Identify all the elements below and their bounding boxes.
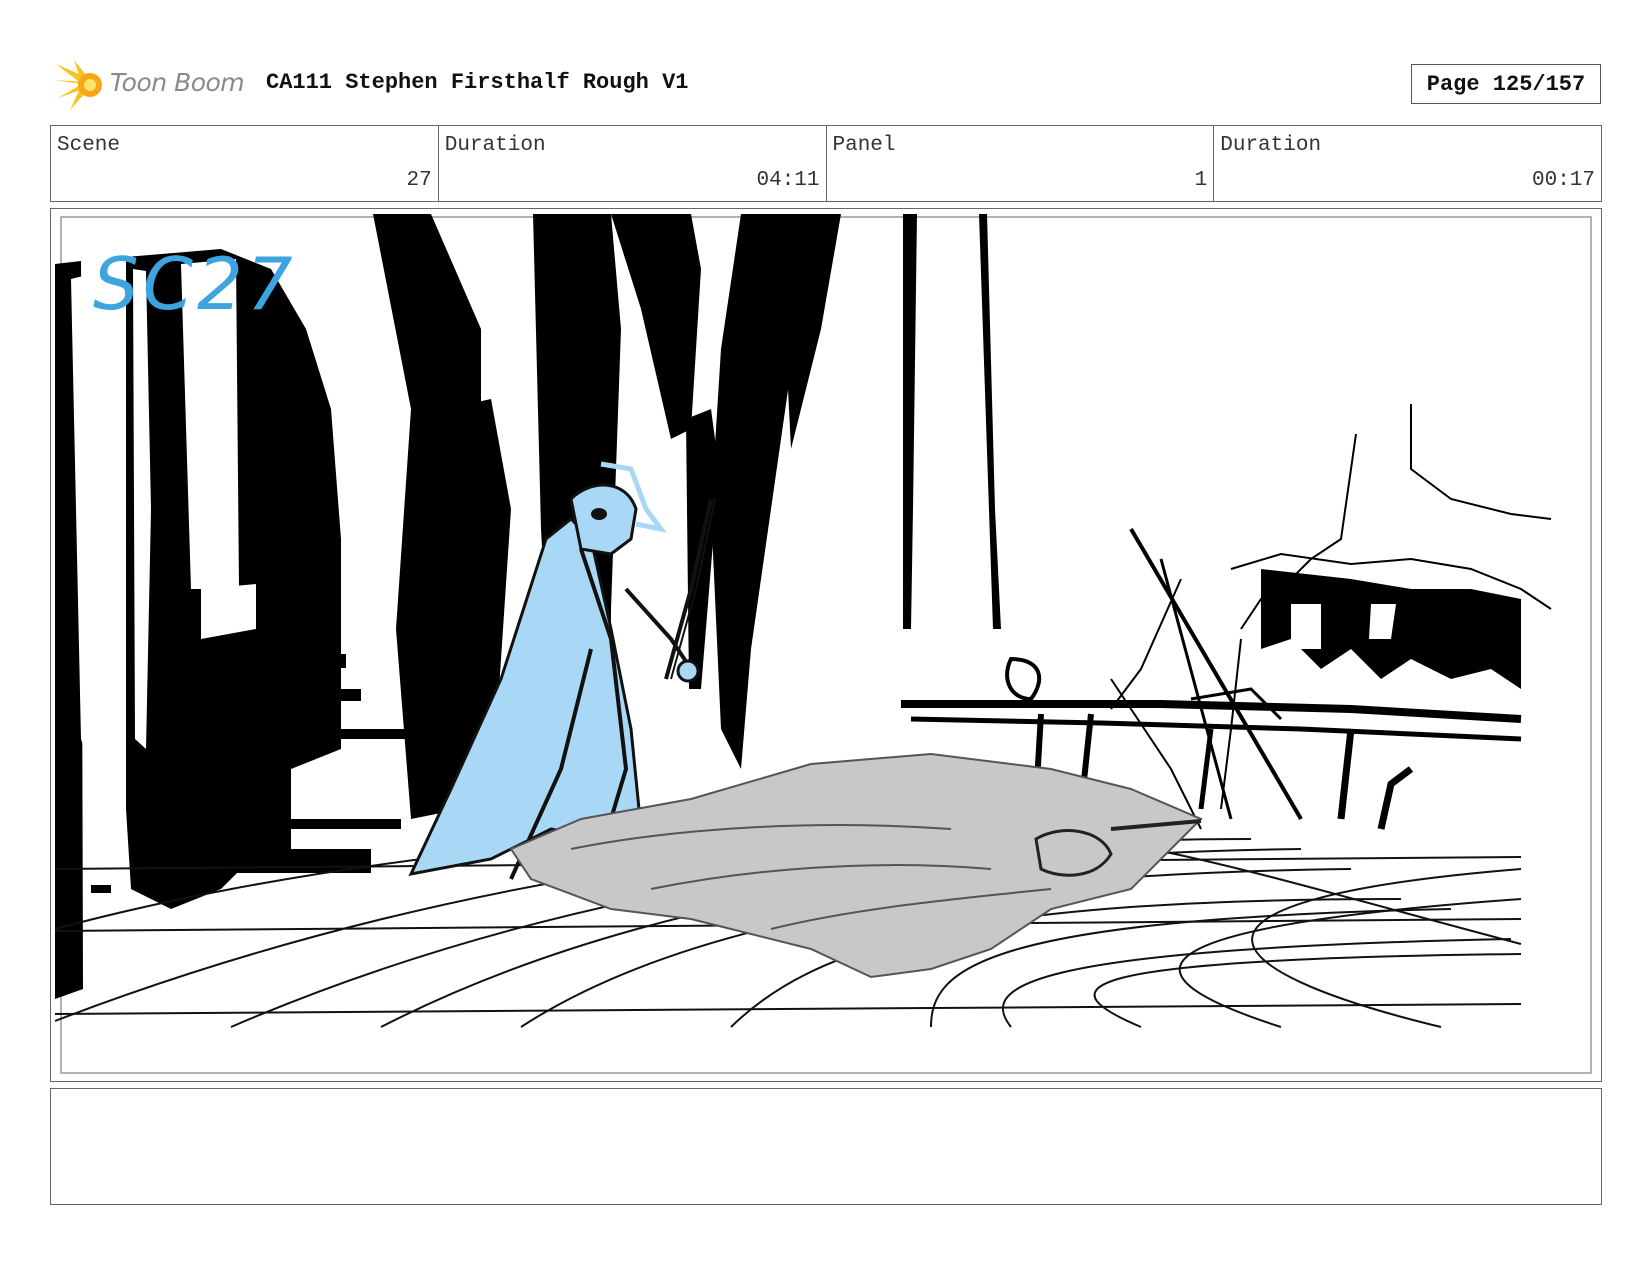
panel-duration-cell: Duration 00:17 [1214, 126, 1601, 201]
panel-sketch: SC27 [54, 214, 1592, 1074]
scene-info-table: Scene 27 Duration 04:11 Panel 1 Duration… [50, 125, 1602, 202]
scene-value: 27 [406, 169, 432, 192]
toon-boom-logo: Toon Boom [52, 58, 252, 114]
panel-value: 1 [1194, 169, 1208, 192]
scene-duration-value: 04:11 [756, 169, 820, 192]
scene-duration-cell: Duration 04:11 [439, 126, 827, 201]
scene-label: Scene [57, 134, 121, 157]
panel-duration-value: 00:17 [1531, 169, 1595, 192]
starburst-icon [54, 60, 102, 110]
logo-text: Toon Boom [110, 68, 245, 97]
panel-cell: Panel 1 [827, 126, 1215, 201]
scene-duration-label: Duration [444, 134, 546, 157]
scene-sketch-label: SC27 [93, 242, 297, 326]
page-number: Page 125/157 [1426, 72, 1586, 97]
page-number-box: Page 125/157 [1411, 64, 1601, 104]
panel-duration-label: Duration [1220, 134, 1322, 157]
storyboard-panel: SC27 [50, 208, 1602, 1082]
panel-notes-box [50, 1088, 1602, 1205]
scene-cell: Scene 27 [51, 126, 439, 201]
panel-label: Panel [832, 134, 896, 157]
document-title: CA111 Stephen Firsthalf Rough V1 [266, 70, 689, 95]
